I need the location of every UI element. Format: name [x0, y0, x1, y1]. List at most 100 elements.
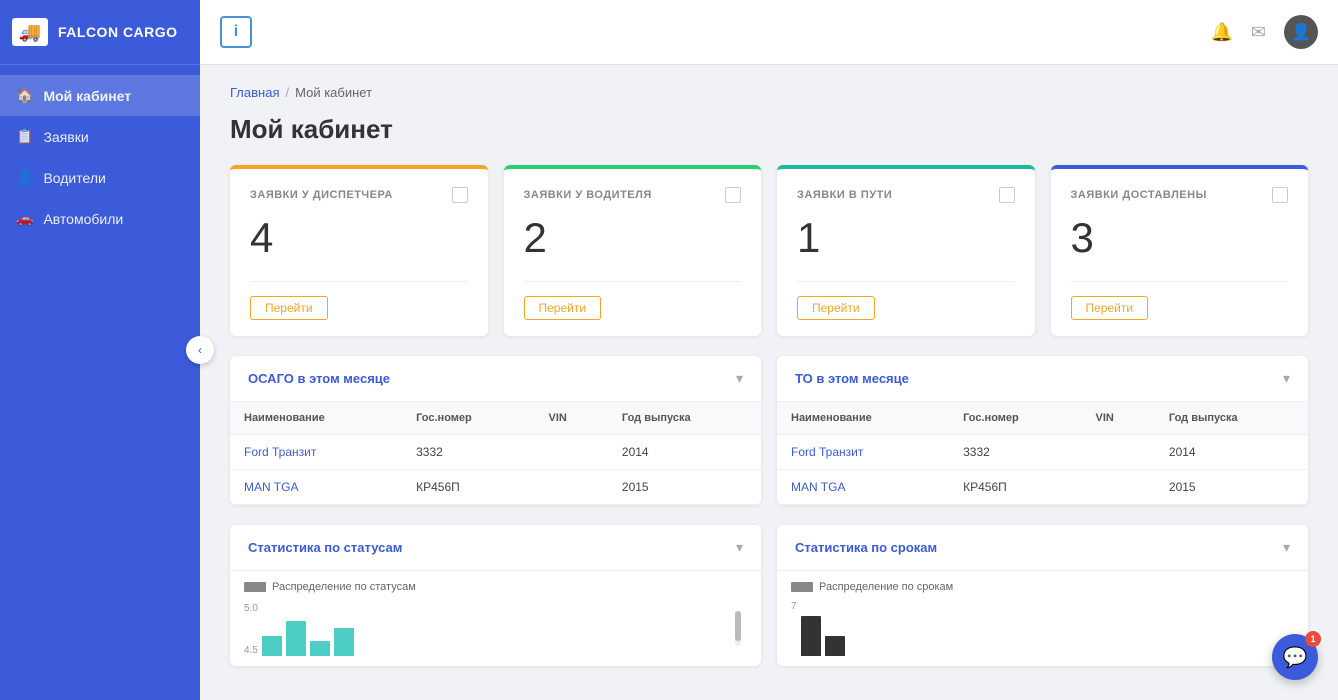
cabinet-icon: 🏠 — [16, 87, 33, 104]
stat-card-transit: ЗАЯВКИ В ПУТИ 1 Перейти — [777, 165, 1035, 336]
stat-card-dispatcher: ЗАЯВКИ У ДИСПЕТЧЕРА 4 Перейти — [230, 165, 488, 336]
stat-card-dispatcher-checkbox[interactable] — [452, 187, 468, 203]
status-stats-header: Статистика по статусам ▾ — [230, 525, 761, 571]
vehicle-link[interactable]: Ford Транзит — [244, 445, 316, 459]
sidebar-item-label-cars: Автомобили — [43, 211, 123, 227]
osago-col-name: Наименование — [230, 402, 402, 435]
osago-panel-chevron[interactable]: ▾ — [736, 370, 743, 387]
to-panel-chevron[interactable]: ▾ — [1283, 370, 1290, 387]
cell-plate: КР456П — [402, 470, 534, 505]
breadcrumb: Главная / Мой кабинет — [230, 85, 1308, 100]
status-stats-chart: Распределение по статусам 5.0 4.5 — [230, 571, 761, 666]
stat-card-transit-label: ЗАЯВКИ В ПУТИ — [797, 189, 892, 201]
osago-panel-header: ОСАГО в этом месяце ▾ — [230, 356, 761, 402]
user-avatar[interactable]: 👤 — [1284, 15, 1318, 49]
deadline-stats-title: Статистика по срокам — [795, 540, 937, 555]
stat-card-transit-checkbox[interactable] — [999, 187, 1015, 203]
osago-col-vin: VIN — [535, 402, 608, 435]
main-area: i 🔔 ✉ 👤 Главная / Мой кабинет Мой кабине… — [200, 0, 1338, 700]
orders-icon: 📋 — [16, 128, 33, 145]
deadline-stats-panel: Статистика по срокам ▾ Распределение по … — [777, 525, 1308, 666]
cell-name: Ford Транзит — [777, 435, 949, 470]
vehicle-link[interactable]: Ford Транзит — [791, 445, 863, 459]
status-stats-legend: Распределение по статусам — [244, 581, 747, 593]
stat-card-transit-btn[interactable]: Перейти — [797, 296, 875, 320]
chart-bar — [825, 636, 845, 656]
sidebar-item-orders[interactable]: 📋 Заявки — [0, 116, 200, 157]
stat-card-driver-btn[interactable]: Перейти — [524, 296, 602, 320]
mail-icon[interactable]: ✉ — [1251, 22, 1266, 43]
status-stats-panel: Статистика по статусам ▾ Распределение п… — [230, 525, 761, 666]
cell-name: MAN TGA — [230, 470, 402, 505]
topbar: i 🔔 ✉ 👤 — [200, 0, 1338, 65]
to-panel-title: ТО в этом месяце — [795, 371, 909, 386]
chat-button[interactable]: 💬 1 — [1272, 634, 1318, 680]
to-table: Наименование Гос.номер VIN Год выпуска F… — [777, 402, 1308, 505]
topbar-actions: 🔔 ✉ 👤 — [1210, 15, 1318, 49]
stat-card-driver-number: 2 — [524, 217, 742, 259]
osago-table: Наименование Гос.номер VIN Год выпуска F… — [230, 402, 761, 505]
legend-label-status: Распределение по статусам — [272, 581, 416, 593]
stat-card-delivered: ЗАЯВКИ ДОСТАВЛЕНЫ 3 Перейти — [1051, 165, 1309, 336]
stat-card-driver-label: ЗАЯВКИ У ВОДИТЕЛЯ — [524, 189, 652, 201]
cell-plate: КР456П — [949, 470, 1081, 505]
stat-card-dispatcher-number: 4 — [250, 217, 468, 259]
chart-bar — [262, 636, 282, 656]
sidebar-item-label-drivers: Водители — [43, 170, 105, 186]
stat-card-delivered-number: 3 — [1071, 217, 1289, 259]
deadline-stats-legend: Распределение по срокам — [791, 581, 1294, 593]
stat-card-driver: ЗАЯВКИ У ВОДИТЕЛЯ 2 Перейти — [504, 165, 762, 336]
sidebar-item-cars[interactable]: 🚗 Автомобили — [0, 198, 200, 239]
status-stats-chevron[interactable]: ▾ — [736, 539, 743, 556]
table-row: MAN TGA КР456П 2015 — [777, 470, 1308, 505]
chat-badge: 1 — [1305, 631, 1321, 647]
deadline-stats-header: Статистика по срокам ▾ — [777, 525, 1308, 571]
stat-card-transit-number: 1 — [797, 217, 1015, 259]
stat-card-driver-checkbox[interactable] — [725, 187, 741, 203]
notification-icon[interactable]: 🔔 — [1210, 22, 1232, 43]
logo: 🚚 FALCON CARGO — [0, 0, 200, 65]
chart-bar — [801, 616, 821, 656]
sidebar-item-label-cabinet: Мой кабинет — [43, 88, 131, 104]
vehicle-link[interactable]: MAN TGA — [244, 480, 298, 494]
to-col-year: Год выпуска — [1155, 402, 1308, 435]
cell-plate: 3332 — [949, 435, 1081, 470]
chart-bar — [334, 628, 354, 656]
stat-card-delivered-btn[interactable]: Перейти — [1071, 296, 1149, 320]
sidebar-item-drivers[interactable]: 👤 Водители — [0, 157, 200, 198]
legend-box-deadline — [791, 582, 813, 592]
cell-vin — [535, 435, 608, 470]
to-panel: ТО в этом месяце ▾ Наименование Гос.номе… — [777, 356, 1308, 505]
breadcrumb-home[interactable]: Главная — [230, 85, 279, 100]
breadcrumb-current: Мой кабинет — [295, 85, 372, 100]
y-label-5: 5.0 — [244, 603, 258, 614]
stat-card-dispatcher-btn[interactable]: Перейти — [250, 296, 328, 320]
sidebar: 🚚 FALCON CARGO 🏠 Мой кабинет 📋 Заявки 👤 … — [0, 0, 200, 700]
table-row: Ford Транзит 3332 2014 — [230, 435, 761, 470]
legend-label-deadline: Распределение по срокам — [819, 581, 953, 593]
info-button[interactable]: i — [220, 16, 252, 48]
cell-name: MAN TGA — [777, 470, 949, 505]
to-col-name: Наименование — [777, 402, 949, 435]
table-row: MAN TGA КР456П 2015 — [230, 470, 761, 505]
sidebar-item-my-cabinet[interactable]: 🏠 Мой кабинет — [0, 75, 200, 116]
deadline-stats-chevron[interactable]: ▾ — [1283, 539, 1290, 556]
insurance-panels-row: ОСАГО в этом месяце ▾ Наименование Гос.н… — [230, 356, 1308, 505]
stat-card-delivered-checkbox[interactable] — [1272, 187, 1288, 203]
to-col-vin: VIN — [1082, 402, 1155, 435]
cell-vin — [535, 470, 608, 505]
sidebar-collapse-button[interactable]: ‹ — [186, 336, 214, 364]
cell-plate: 3332 — [402, 435, 534, 470]
stat-card-dispatcher-label: ЗАЯВКИ У ДИСПЕТЧЕРА — [250, 189, 393, 201]
cell-vin — [1082, 435, 1155, 470]
status-chart-scrollbar[interactable] — [735, 611, 741, 646]
page-title: Мой кабинет — [230, 114, 1308, 145]
vehicle-link[interactable]: MAN TGA — [791, 480, 845, 494]
osago-panel: ОСАГО в этом месяце ▾ Наименование Гос.н… — [230, 356, 761, 505]
logo-text: FALCON CARGO — [58, 24, 178, 40]
content-area: Главная / Мой кабинет Мой кабинет ЗАЯВКИ… — [200, 65, 1338, 700]
chart-bar — [310, 641, 330, 656]
status-stats-title: Статистика по статусам — [248, 540, 402, 555]
sidebar-nav: 🏠 Мой кабинет 📋 Заявки 👤 Водители 🚗 Авто… — [0, 65, 200, 700]
drivers-icon: 👤 — [16, 169, 33, 186]
